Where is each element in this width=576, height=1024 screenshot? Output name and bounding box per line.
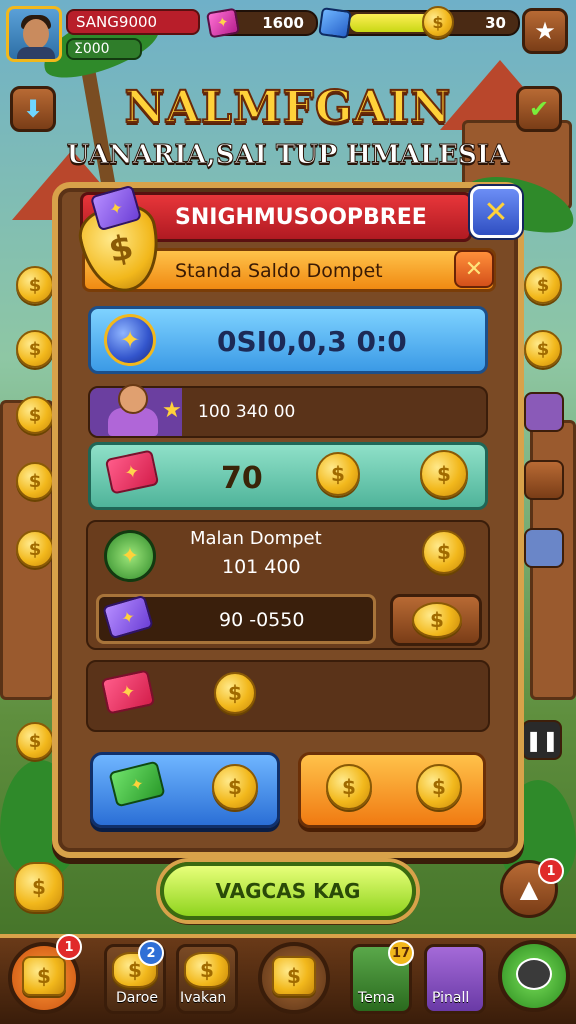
player-balance-amount: 100 340 00 xyxy=(198,402,296,422)
side-coin-icon: $ xyxy=(16,722,54,760)
coin-icon: $ xyxy=(212,764,258,810)
coin-icon: $ xyxy=(416,764,462,810)
player-xp-bar: Σ000 xyxy=(66,38,142,60)
coin-icon: $ xyxy=(316,452,360,496)
side-coin-icon: $ xyxy=(16,396,54,434)
notification-badge: 1 xyxy=(538,858,564,884)
side-coin-icon: $ xyxy=(16,530,54,568)
gem-exchange-amount: 70 xyxy=(221,461,263,496)
chest-icon: $ xyxy=(272,956,316,996)
coin-icon: $ xyxy=(326,764,372,810)
side-pet-button[interactable] xyxy=(524,460,564,500)
gem-icon: ✦ xyxy=(205,7,241,39)
chat-icon xyxy=(516,958,552,990)
side-coin-icon: $ xyxy=(16,266,54,304)
compass-icon: ✦ xyxy=(104,530,156,582)
coin-stack-icon: $ xyxy=(184,952,230,988)
avatar-body xyxy=(17,47,55,59)
player-avatar[interactable] xyxy=(6,6,62,62)
pause-icon: ❚❚ xyxy=(525,728,559,752)
nav-final-label: Pinall xyxy=(432,990,470,1006)
coin-icon: $ xyxy=(412,602,462,638)
side-friend-button[interactable] xyxy=(524,392,564,432)
wallet-section-amount: 101 400 xyxy=(222,556,301,578)
close-button[interactable]: ✕ xyxy=(470,186,522,238)
side-coin-icon: $ xyxy=(16,330,54,368)
balance-amount: 0SI0,0,3 0:0 xyxy=(217,325,407,358)
map-icon: ▲ xyxy=(519,875,539,903)
main-action-button[interactable]: VAGCAS KAG xyxy=(160,862,416,920)
nav-deposit-label: Daroe xyxy=(116,990,158,1006)
star-icon: ★ xyxy=(534,17,556,45)
notification-badge: 17 xyxy=(388,940,414,966)
energy-fill xyxy=(350,14,430,32)
side-coin-icon: $ xyxy=(16,462,54,500)
subheader-close-button[interactable]: ✕ xyxy=(454,250,494,288)
coin-icon: $ xyxy=(422,530,466,574)
close-icon: ✕ xyxy=(483,194,509,230)
pause-button[interactable]: ❚❚ xyxy=(522,720,562,760)
coin-icon: $ xyxy=(420,450,468,498)
coin-icon: $ xyxy=(214,672,256,714)
chest-icon: $ xyxy=(22,956,66,996)
coin-icon: $ xyxy=(422,6,454,38)
notification-badge: 2 xyxy=(138,940,164,966)
screen-subtitle: UANARIA,SAI TUP HMALESIA xyxy=(66,140,510,171)
player-name-bar: SANG9000 xyxy=(66,9,200,35)
avatar-face xyxy=(23,19,49,49)
star-icon: ★ xyxy=(162,398,182,423)
nav-withdraw-label: Ivakan xyxy=(180,990,227,1006)
coin-stack-icon: $ xyxy=(14,862,64,912)
close-icon: ✕ xyxy=(464,256,484,282)
gem-count: 1600 xyxy=(262,14,304,32)
blue-coin-icon: ✦ xyxy=(104,314,156,366)
amount-input-value: 90 -0550 xyxy=(219,609,305,631)
notification-badge: 1 xyxy=(56,934,82,960)
settings-button[interactable]: ★ xyxy=(522,8,568,54)
screen-title: NALMFGAIN xyxy=(124,81,452,134)
energy-count: 30 xyxy=(485,14,506,32)
nav-team-label: Tema xyxy=(358,990,396,1006)
side-coin-icon: $ xyxy=(524,266,562,304)
wallet-section-label: Malan Dompet xyxy=(190,528,322,549)
side-coin-icon: $ xyxy=(524,330,562,368)
character-head xyxy=(118,384,148,414)
side-chest-button[interactable] xyxy=(524,528,564,568)
cube-icon xyxy=(318,7,352,39)
